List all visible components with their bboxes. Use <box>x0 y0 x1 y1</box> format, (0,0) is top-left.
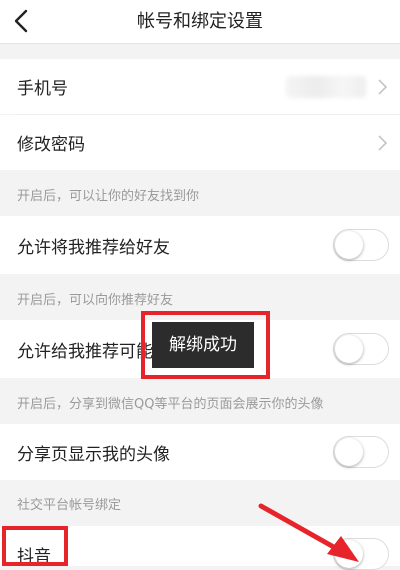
highlight-box-douyin <box>2 526 68 566</box>
change-password-label: 修改密码 <box>17 135 85 155</box>
recommend-me-row: 允许将我推荐给好友 <box>0 216 400 274</box>
section-share: 开启后，分享到微信QQ等平台的页面会展示你的头像 <box>0 378 400 424</box>
change-password-row[interactable]: 修改密码 <box>0 115 400 170</box>
section-find-me: 开启后，可以让你的好友找到你 <box>0 170 400 216</box>
section-find-me-text: 开启后，可以让你的好友找到你 <box>17 189 200 204</box>
phone-row[interactable]: 手机号 <box>0 59 400 114</box>
nav-bar: 帐号和绑定设置 <box>0 0 400 44</box>
toggle-knob <box>335 335 363 363</box>
share-avatar-row: 分享页显示我的头像 <box>0 424 400 480</box>
recommend-me-label: 允许将我推荐给好友 <box>17 238 170 258</box>
section-social-text: 社交平台帐号绑定 <box>17 498 122 513</box>
arrow-annotation-icon <box>258 503 359 562</box>
phone-value-blurred <box>286 76 366 98</box>
page-title: 帐号和绑定设置 <box>137 11 263 32</box>
highlight-box-toast <box>141 311 270 379</box>
toggle-knob <box>335 438 363 466</box>
recommend-me-toggle[interactable] <box>333 229 389 261</box>
phone-label: 手机号 <box>17 79 68 99</box>
recommend-to-me-toggle[interactable] <box>333 333 389 365</box>
chevron-right-icon <box>378 135 388 151</box>
share-avatar-label: 分享页显示我的头像 <box>17 445 170 465</box>
chevron-right-icon <box>378 79 388 95</box>
section-recommend-text: 开启后，可以向你推荐好友 <box>17 293 174 308</box>
top-spacer <box>0 44 400 59</box>
toggle-knob <box>335 231 363 259</box>
share-avatar-toggle[interactable] <box>333 436 389 468</box>
section-share-text: 开启后，分享到微信QQ等平台的页面会展示你的头像 <box>17 397 324 412</box>
